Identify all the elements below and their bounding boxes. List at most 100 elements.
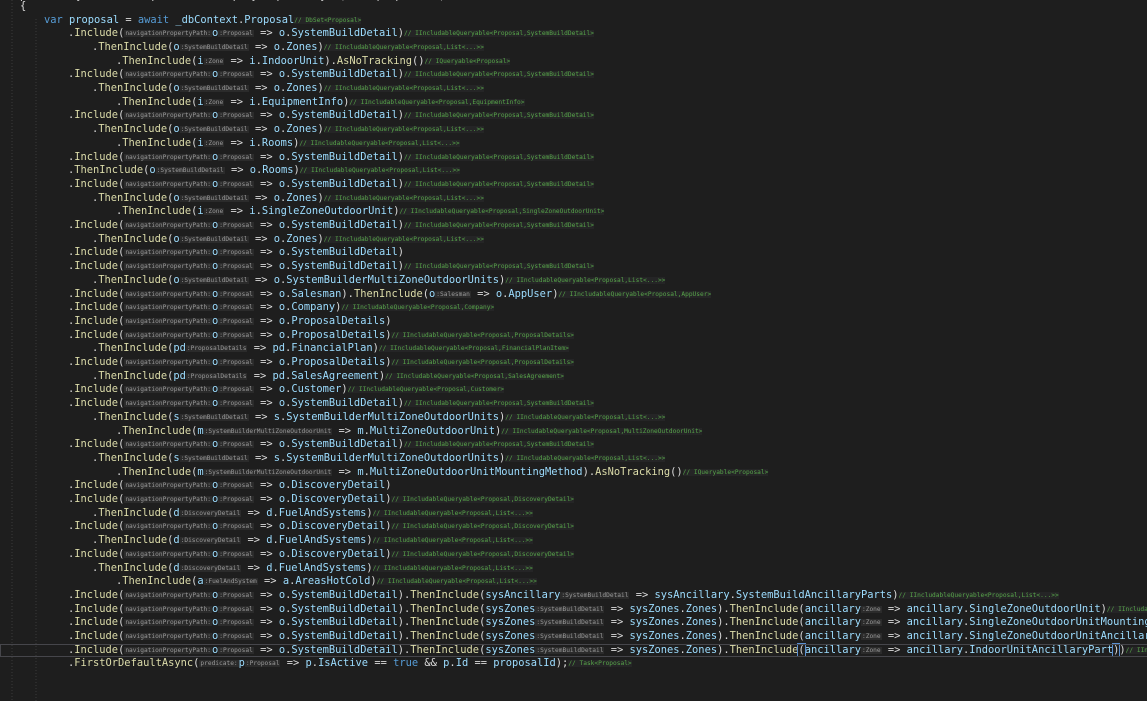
code-line[interactable]: .Include(navigationPropertyPath:o:Propos… <box>0 246 1147 260</box>
code-token: Include <box>74 68 119 81</box>
code-line[interactable]: .ThenInclude(i:Zone => i.IndoorUnit).AsN… <box>0 55 1147 69</box>
code-line[interactable]: .Include(navigationPropertyPath:o:Propos… <box>0 315 1147 329</box>
code-line[interactable]: .ThenInclude(s:SystemBuildDetail => s.Sy… <box>0 452 1147 466</box>
code-line[interactable]: .ThenInclude(a:FuelAndSystem => a.AreasH… <box>0 575 1147 589</box>
code-line[interactable]: .Include(navigationPropertyPath:o:Propos… <box>0 642 1147 658</box>
code-token: => <box>253 314 279 327</box>
code-line[interactable]: .ThenInclude(d:DiscoveryDetail => d.Fuel… <box>0 534 1147 548</box>
code-token: Include <box>74 301 119 314</box>
code-line[interactable]: .Include(navigationPropertyPath:o:Propos… <box>0 356 1147 370</box>
code-token: ThenInclude <box>98 561 168 574</box>
code-line[interactable]: .ThenInclude(o:SystemBuildDetail => o.Sy… <box>0 274 1147 288</box>
code-line[interactable]: .ThenInclude(o:SystemBuildDetail => o.Zo… <box>0 123 1147 137</box>
code-line[interactable]: .Include(navigationPropertyPath:o:Propos… <box>0 520 1147 534</box>
type-annotation-comment: // IIncludableQueryable<Proposal,MultiZo… <box>501 427 703 435</box>
code-token: IndoorUnit <box>261 54 325 67</box>
inlay-hint: :Salesman <box>435 290 471 298</box>
code-token: Zones <box>286 191 318 204</box>
code-line[interactable]: .ThenInclude(o:SystemBuildDetail => o.Zo… <box>0 41 1147 55</box>
code-line[interactable]: .Include(navigationPropertyPath:o:Propos… <box>0 438 1147 452</box>
code-line[interactable]: .Include(navigationPropertyPath:o:Propos… <box>0 109 1147 123</box>
code-line[interactable]: .Include(navigationPropertyPath:o:Propos… <box>0 260 1147 274</box>
code-line[interactable]: .Include(navigationPropertyPath:o:Propos… <box>0 397 1147 411</box>
inlay-hint: :Proposal <box>218 263 254 271</box>
code-line[interactable]: .Include(navigationPropertyPath:o:Propos… <box>0 329 1147 343</box>
inlay-hint: :SystemBuildDetail <box>179 194 249 202</box>
code-line[interactable]: .ThenInclude(d:DiscoveryDetail => d.Fuel… <box>0 562 1147 576</box>
code-line[interactable]: .ThenInclude(i:Zone => i.EquipmentInfo)/… <box>0 96 1147 110</box>
type-annotation-comment: // IIncludableQueryable<Proposal,Discove… <box>391 523 575 531</box>
code-line[interactable]: .ThenInclude(o:SystemBuildDetail => o.Ro… <box>0 164 1147 178</box>
inlay-hint: :Proposal <box>218 633 254 640</box>
type-annotation-comment: // DbSet<Proposal> <box>294 16 362 24</box>
code-line[interactable]: .Include(navigationPropertyPath:o:Propos… <box>0 630 1147 644</box>
code-line[interactable]: var proposal = await _dbContext.Proposal… <box>0 14 1147 28</box>
type-annotation-comment: // IIncludableQueryable<Proposal,SalesAg… <box>385 372 564 380</box>
code-token: d <box>173 561 180 574</box>
code-line[interactable]: .ThenInclude(pd:ProposalDetails => pd.Fi… <box>0 342 1147 356</box>
code-token: IndoorUnitAncillaryPart <box>969 643 1114 656</box>
code-line[interactable]: .Include(navigationPropertyPath:o:Propos… <box>0 616 1147 630</box>
code-line[interactable]: .ThenInclude(d:DiscoveryDetail => d.Fuel… <box>0 507 1147 521</box>
code-line[interactable]: .Include(navigationPropertyPath:o:Propos… <box>0 288 1147 302</box>
code-token: Zones <box>286 123 318 136</box>
code-token: => <box>224 164 250 177</box>
code-token: ). <box>397 602 411 615</box>
code-line[interactable]: .ThenInclude(o:SystemBuildDetail => o.Zo… <box>0 82 1147 96</box>
code-token: sysZones <box>629 630 680 642</box>
code-token: && <box>418 657 444 670</box>
code-line[interactable]: .ThenInclude(m:SystemBuilderMultiZoneOut… <box>0 425 1147 439</box>
code-editor[interactable]: public async Task<Proposal> GetDisplayPr… <box>0 0 1147 701</box>
code-token: == <box>468 657 494 670</box>
code-token: Include <box>74 643 119 656</box>
code-line[interactable]: .FirstOrDefaultAsync(predicate:p:Proposa… <box>0 657 1147 671</box>
code-line-brace[interactable]: { <box>0 0 1147 13</box>
code-line[interactable]: .ThenInclude(pd:ProposalDetails => pd.Sa… <box>0 370 1147 384</box>
inlay-hint: navigationPropertyPath: <box>124 30 213 38</box>
code-token: MultiZoneOutdoorUnit <box>369 424 495 437</box>
code-line[interactable]: .Include(navigationPropertyPath:o:Propos… <box>0 589 1147 603</box>
code-line[interactable]: .Include(navigationPropertyPath:o:Propos… <box>0 68 1147 82</box>
inlay-hint: navigationPropertyPath: <box>124 496 213 503</box>
code-token: ThenInclude <box>410 643 480 656</box>
type-annotation-comment: // IIncludableQueryable<Proposal,SystemB… <box>404 71 594 79</box>
inlay-hint: :Zone <box>861 619 882 627</box>
type-annotation-comment: // IIncludableQueryable<Proposal,SystemB… <box>404 441 594 449</box>
code-line[interactable]: .Include(navigationPropertyPath:o:Propos… <box>0 548 1147 562</box>
code-token: o <box>173 123 180 136</box>
inlay-hint: navigationPropertyPath: <box>124 153 213 161</box>
code-line[interactable]: .Include(navigationPropertyPath:o:Propos… <box>0 493 1147 507</box>
code-line[interactable]: .ThenInclude(o:SystemBuildDetail => o.Zo… <box>0 233 1147 247</box>
code-line[interactable]: .ThenInclude(s:SystemBuildDetail => s.Sy… <box>0 411 1147 425</box>
code-line[interactable]: .Include(navigationPropertyPath:o:Propos… <box>0 301 1147 315</box>
type-annotation-comment: // IIncludableQueryable<Proposal,List<..… <box>372 537 533 545</box>
type-annotation-comment: // IIncludableQueryable<Proposal,List<..… <box>323 126 484 134</box>
inlay-hint: :Proposal <box>218 317 254 325</box>
code-line[interactable]: .Include(navigationPropertyPath:o:Propos… <box>0 151 1147 165</box>
code-token: DiscoveryDetail <box>291 547 386 560</box>
code-line[interactable]: .ThenInclude(o:SystemBuildDetail => o.Zo… <box>0 192 1147 206</box>
code-line[interactable]: .Include(navigationPropertyPath:o:Propos… <box>0 178 1147 192</box>
code-token: SystemBuildDetail <box>291 68 398 81</box>
code-line[interactable]: .ThenInclude(i:Zone => i.Rooms)// IInclu… <box>0 137 1147 151</box>
code-token: ThenInclude <box>98 506 168 519</box>
code-token: ThenInclude <box>410 630 480 642</box>
inlay-hint: :Zone <box>203 208 225 216</box>
code-line[interactable]: .Include(navigationPropertyPath:o:Propos… <box>0 603 1147 617</box>
code-line[interactable]: .ThenInclude(i:Zone => i.SingleZoneOutdo… <box>0 205 1147 219</box>
code-token: m <box>197 465 204 478</box>
code-line[interactable]: .Include(navigationPropertyPath:o:Propos… <box>0 383 1147 397</box>
inlay-hint: :Proposal <box>218 359 254 366</box>
code-line[interactable]: .Include(navigationPropertyPath:o:Propos… <box>0 479 1147 493</box>
code-token: => <box>881 602 907 615</box>
type-annotation-comment: // IIncludableQueryable<Proposal,List<..… <box>323 235 484 243</box>
code-line[interactable]: .Include(navigationPropertyPath:o:Propos… <box>0 27 1147 41</box>
code-token: ThenInclude <box>410 616 480 629</box>
code-line[interactable]: .Include(navigationPropertyPath:o:Propos… <box>0 219 1147 233</box>
code-token: ThenInclude <box>74 164 144 177</box>
code-token: ) <box>317 123 324 136</box>
code-token: => <box>470 287 496 300</box>
code-line[interactable]: .ThenInclude(m:SystemBuilderMultiZoneOut… <box>0 466 1147 480</box>
code-token: SystemBuildDetail <box>291 397 398 410</box>
code-token: = <box>119 13 138 26</box>
